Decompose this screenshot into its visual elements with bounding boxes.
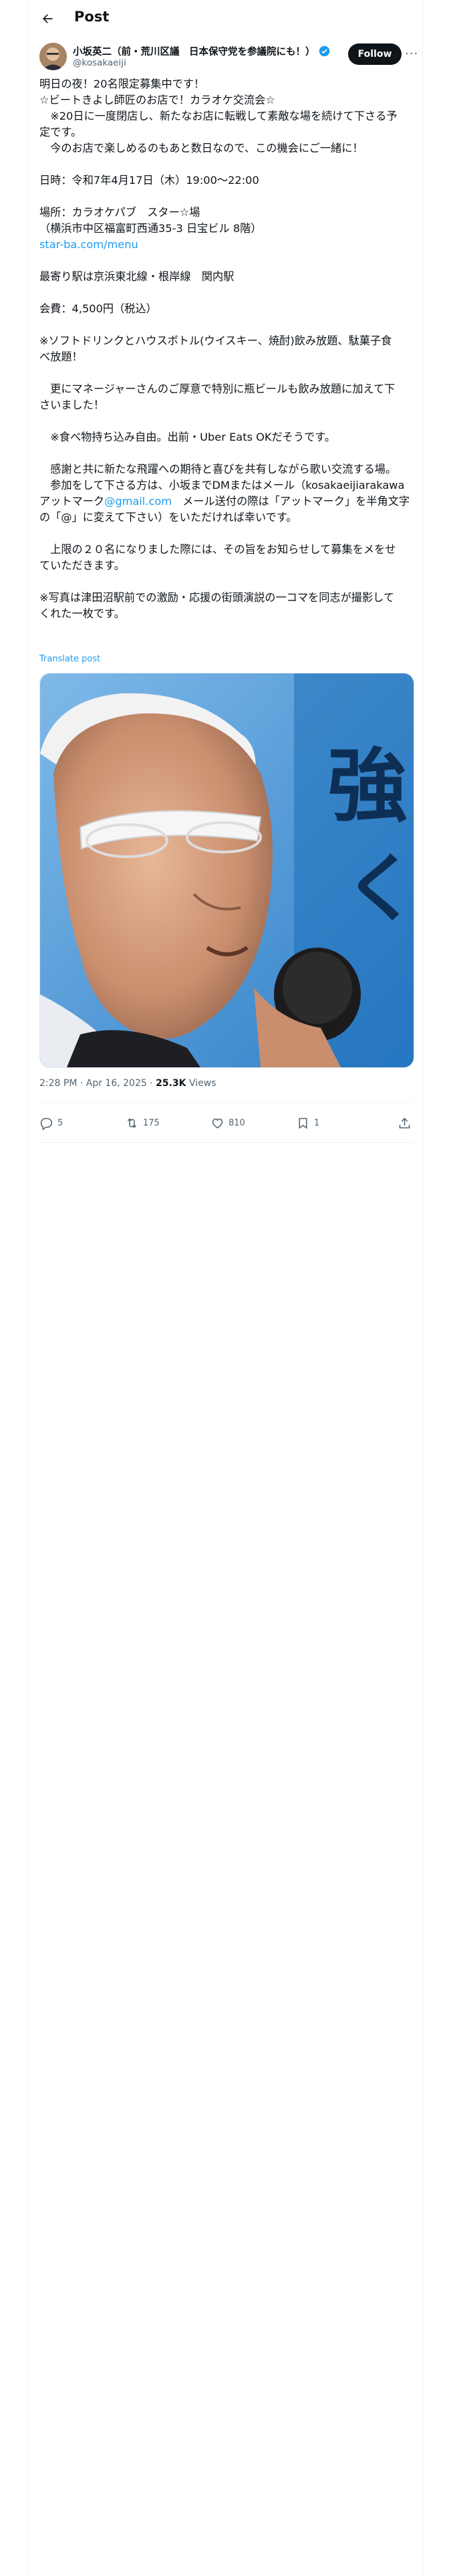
author-name[interactable]: 小坂英二（前・荒川区議 日本保守党を参議院にも！） bbox=[73, 44, 315, 58]
views-label: Views bbox=[186, 1078, 216, 1089]
post-photo[interactable]: 強 く bbox=[39, 673, 414, 1068]
post-line: 感謝と共に新たな飛躍への期待と喜びを共有しながら歌い交流する場。 bbox=[39, 463, 397, 475]
post-line: ※食べ物持ち込み自由。出前・Uber Eats OKだそうです。 bbox=[39, 431, 336, 443]
post-line: の「@」に変えて下さい）をいただければ幸いです。 bbox=[39, 511, 297, 524]
post-line: 更にマネージャーさんのご厚意で特別に瓶ビールも飲み放題に加えて下 bbox=[39, 383, 396, 395]
author-name-row[interactable]: 小坂英二（前・荒川区議 日本保守党を参議院にも！） bbox=[73, 44, 330, 58]
more-options-icon[interactable]: ··· bbox=[405, 47, 418, 61]
share-icon bbox=[399, 1117, 410, 1129]
post-line bbox=[39, 285, 417, 301]
post-line bbox=[39, 189, 417, 205]
back-arrow-icon[interactable] bbox=[41, 12, 54, 25]
action-bar: 5 175 810 1 bbox=[39, 1108, 413, 1140]
post-meta: 2:28 PM · Apr 16, 2025 · 25.3K Views bbox=[39, 1078, 216, 1089]
author-handle[interactable]: @kosakaeiji bbox=[73, 58, 126, 68]
heart-icon bbox=[212, 1118, 223, 1129]
sign-text-1: 強 bbox=[327, 740, 408, 833]
post-line bbox=[39, 445, 417, 461]
post-line: ※20日に一度閉店し、新たなお店に転戦して素敵な場を続けて下さる予 bbox=[39, 110, 398, 122]
page-title: Post bbox=[74, 9, 110, 25]
email-link[interactable]: @gmail.com bbox=[104, 495, 172, 508]
repost-icon bbox=[127, 1118, 137, 1128]
post-line: 参加をして下さる方は、小坂までDMまたはメール（kosakaeijiarakaw… bbox=[39, 479, 405, 492]
post-line bbox=[39, 526, 417, 542]
reply-count: 5 bbox=[57, 1118, 63, 1128]
url-link[interactable]: star-ba.com/menu bbox=[39, 237, 417, 253]
post-line: ていただきます。 bbox=[39, 559, 125, 572]
divider bbox=[39, 1102, 413, 1103]
repost-button[interactable]: 175 bbox=[125, 1116, 160, 1130]
repost-count: 175 bbox=[143, 1118, 160, 1128]
post-line: さいました！ bbox=[39, 399, 105, 411]
bookmark-button[interactable]: 1 bbox=[296, 1116, 319, 1130]
post-line: 最寄り駅は京浜東北線・根岸線 関内駅 bbox=[39, 270, 235, 283]
reply-button[interactable]: 5 bbox=[39, 1116, 63, 1130]
post-line: ※写真は津田沼駅前での激励・応援の街頭演説の一コマを同志が撮影して bbox=[39, 591, 395, 604]
post-line bbox=[39, 317, 417, 333]
view-count: 25.3K bbox=[156, 1078, 186, 1089]
timeline-column: Post 小坂英二（前・荒川区議 日本保守党を参議院にも！） @kosakaei… bbox=[28, 0, 423, 2576]
share-button[interactable] bbox=[398, 1116, 416, 1130]
post-line bbox=[39, 156, 417, 173]
bookmark-count: 1 bbox=[314, 1118, 320, 1128]
top-bar: Post bbox=[29, 0, 422, 37]
post-line: 明日の夜！20名限定募集中です！ bbox=[39, 78, 205, 90]
post-line: ※ソフトドリンクとハウスボトル(ウイスキー、焼酎)飲み放題、駄菓子食 bbox=[39, 334, 392, 347]
post-line: 今のお店で楽しめるのもあと数日なので、この機会にご一緒に！ bbox=[39, 142, 363, 154]
divider bbox=[39, 1142, 413, 1143]
follow-button[interactable]: Follow bbox=[348, 43, 402, 65]
post-line: （横浜市中区福富町西通35-3 日宝ビル 8階） bbox=[39, 222, 262, 235]
verified-badge-icon bbox=[319, 45, 329, 57]
post-line: ☆ビートきよし師匠のお店で！カラオケ交流会☆ bbox=[39, 94, 275, 106]
bookmark-icon bbox=[299, 1117, 307, 1129]
like-button[interactable]: 810 bbox=[210, 1116, 245, 1130]
post-line: べ放題！ bbox=[39, 350, 83, 363]
post-line bbox=[39, 574, 417, 590]
like-count: 810 bbox=[229, 1118, 245, 1128]
post-line: くれた一枚です。 bbox=[39, 607, 125, 620]
post-line: アットマーク@gmail.com メール送付の際は「アットマーク」を半角文字 bbox=[39, 495, 410, 508]
post-line: 定です。 bbox=[39, 126, 82, 138]
post-line: 場所：カラオケパブ スター☆場 bbox=[39, 206, 200, 219]
post-line: 会費：4,500円（税込） bbox=[39, 302, 157, 315]
avatar[interactable] bbox=[39, 43, 67, 70]
post-text: 明日の夜！20名限定募集中です！ ☆ビートきよし師匠のお店で！カラオケ交流会☆ ※… bbox=[39, 76, 417, 622]
translate-post-link[interactable]: Translate post bbox=[39, 654, 100, 664]
reply-icon bbox=[40, 1117, 53, 1130]
post-timestamp[interactable]: 2:28 PM · Apr 16, 2025 · bbox=[39, 1078, 156, 1089]
post-line: 日時：令和7年4月17日（木）19:00〜22:00 bbox=[39, 174, 259, 187]
post-line bbox=[39, 413, 417, 429]
post-line: 上限の２０名になりました際には、その旨をお知らせして募集をメをせ bbox=[39, 543, 396, 556]
post-line bbox=[39, 253, 417, 269]
post-line bbox=[39, 365, 417, 381]
sign-text-2: く bbox=[344, 846, 414, 932]
